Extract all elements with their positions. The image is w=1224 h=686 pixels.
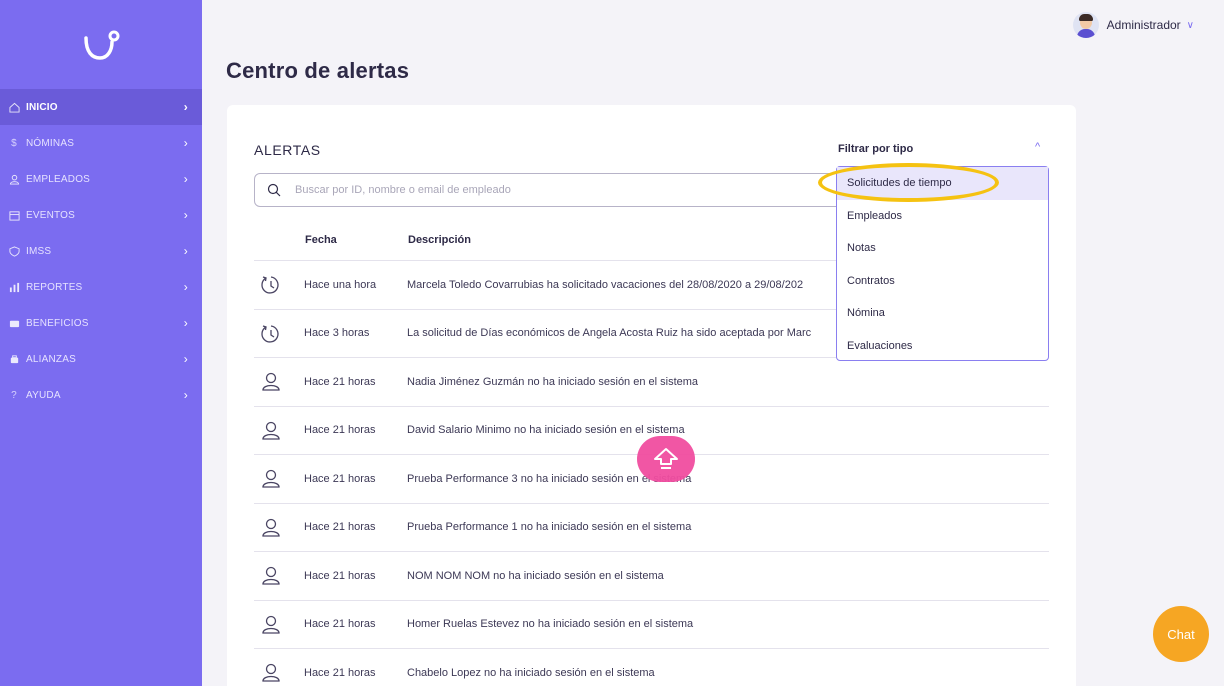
row-date: Hace 21 horas [304, 424, 376, 437]
clock-icon [261, 324, 279, 343]
table-row[interactable]: Hace 21 horas Nadia Jiménez Guzmán no ha… [254, 357, 1049, 406]
sidebar-item-label: EVENTOS [26, 209, 76, 221]
question-icon: ? [11, 389, 17, 401]
row-date: Hace 3 horas [304, 327, 370, 340]
filter-option-contratos[interactable]: Contratos [837, 265, 1048, 298]
table-row[interactable]: Hace 21 horas Homer Ruelas Estevez no ha… [254, 599, 1049, 649]
row-description: Homer Ruelas Estevez no ha iniciado sesi… [407, 618, 694, 631]
column-header-description[interactable]: Descripción [408, 234, 471, 246]
search-icon [267, 183, 281, 197]
row-description: La solicitud de Días económicos de Angel… [407, 327, 812, 340]
row-date: Hace 21 horas [304, 375, 376, 388]
chevron-right-icon: › [183, 352, 188, 366]
chevron-down-icon: ∨ [1186, 19, 1194, 31]
chevron-right-icon: › [183, 136, 188, 150]
chevron-right-icon: › [183, 388, 188, 402]
chevron-right-icon: › [183, 208, 188, 222]
row-date: Hace 21 horas [304, 569, 376, 582]
dollar-icon: $ [11, 137, 17, 149]
row-description: NOM NOM NOM no ha iniciado sesión en el … [407, 569, 664, 582]
chevron-right-icon: › [183, 172, 188, 186]
sidebar-item-inicio[interactable]: INICIO › [0, 89, 202, 125]
logo-icon[interactable] [80, 30, 124, 64]
table-row[interactable]: Hace 21 horas Chabelo Lopez no ha inicia… [254, 648, 1049, 686]
user-menu[interactable]: Administrador ∨ [1072, 12, 1194, 38]
handshake-icon [8, 353, 20, 365]
table-row[interactable]: Hace 21 horas NOM NOM NOM no ha iniciado… [254, 551, 1049, 600]
column-header-date[interactable]: Fecha [305, 234, 337, 246]
user-icon [262, 615, 280, 634]
filter-option-solicitudes[interactable]: Solicitudes de tiempo [837, 167, 1048, 200]
row-date: Hace 21 horas [304, 618, 376, 631]
avatar [1072, 12, 1099, 38]
sidebar-item-label: REPORTES [26, 281, 83, 293]
sidebar-item-ayuda[interactable]: ? AYUDA › [0, 377, 202, 413]
alerts-title: ALERTAS [254, 142, 321, 158]
sidebar-item-empleados[interactable]: EMPLEADOS › [0, 161, 202, 197]
arrow-up-icon [654, 448, 678, 469]
sidebar-item-reportes[interactable]: REPORTES › [0, 269, 202, 305]
sidebar-item-alianzas[interactable]: ALIANZAS › [0, 341, 202, 377]
sidebar-item-label: IMSS [26, 245, 52, 257]
search-box [254, 173, 844, 207]
chevron-right-icon: › [183, 280, 188, 294]
table-row[interactable]: Hace 21 horas Prueba Performance 1 no ha… [254, 502, 1049, 552]
row-description: Chabelo Lopez no ha iniciado sesión en e… [407, 666, 655, 679]
bar-chart-icon [8, 281, 20, 293]
row-date: Hace 21 horas [304, 472, 376, 485]
row-date: Hace 21 horas [304, 666, 376, 679]
shield-icon [8, 245, 20, 257]
chat-button[interactable]: Chat [1153, 606, 1209, 662]
sidebar: INICIO › $ NÓMINAS › EMPLEADOS › EVENTOS… [0, 0, 202, 686]
sidebar-item-label: ALIANZAS [26, 353, 76, 365]
row-date: Hace una hora [304, 278, 377, 291]
sidebar-item-label: NÓMINAS [26, 137, 75, 149]
row-date: Hace 21 horas [304, 521, 376, 534]
user-icon [262, 518, 280, 537]
home-icon [8, 101, 20, 113]
chevron-right-icon: › [183, 244, 188, 258]
people-icon [8, 173, 20, 185]
sidebar-nav: INICIO › $ NÓMINAS › EMPLEADOS › EVENTOS… [0, 89, 202, 413]
row-description: Prueba Performance 1 no ha iniciado sesi… [407, 521, 692, 534]
chevron-up-icon[interactable]: ^ [1035, 141, 1040, 153]
filter-type-dropdown: Solicitudes de tiempo Empleados Notas Co… [836, 166, 1049, 361]
sidebar-item-beneficios[interactable]: BENEFICIOS › [0, 305, 202, 341]
filter-type-label[interactable]: Filtrar por tipo [838, 143, 913, 155]
sidebar-item-label: AYUDA [26, 389, 61, 401]
chevron-right-icon: › [183, 100, 188, 114]
row-description: Marcela Toledo Covarrubias ha solicitado… [407, 278, 804, 291]
sidebar-item-nominas[interactable]: $ NÓMINAS › [0, 125, 202, 161]
sidebar-item-label: EMPLEADOS [26, 173, 91, 185]
user-icon [262, 663, 280, 682]
card-icon [8, 317, 20, 329]
chevron-right-icon: › [183, 316, 188, 330]
user-icon [262, 372, 280, 391]
clock-icon [261, 276, 279, 294]
sidebar-item-imss[interactable]: IMSS › [0, 233, 202, 269]
sidebar-item-label: BENEFICIOS [26, 317, 89, 329]
filter-option-evaluaciones[interactable]: Evaluaciones [837, 330, 1048, 363]
scroll-up-button[interactable] [637, 436, 695, 482]
filter-option-notas[interactable]: Notas [837, 232, 1048, 265]
page-title: Centro de alertas [226, 58, 410, 83]
user-name: Administrador [1106, 18, 1181, 32]
sidebar-item-label: INICIO [26, 101, 58, 113]
user-icon [262, 421, 280, 440]
filter-option-nomina[interactable]: Nómina [837, 297, 1048, 330]
sidebar-item-eventos[interactable]: EVENTOS › [0, 197, 202, 233]
search-input[interactable] [295, 184, 795, 196]
calendar-icon [8, 209, 20, 221]
row-description: David Salario Minimo no ha iniciado sesi… [407, 424, 685, 437]
row-description: Nadia Jiménez Guzmán no ha iniciado sesi… [407, 375, 699, 388]
user-icon [262, 566, 280, 585]
filter-option-empleados[interactable]: Empleados [837, 200, 1048, 233]
user-icon [262, 469, 280, 488]
